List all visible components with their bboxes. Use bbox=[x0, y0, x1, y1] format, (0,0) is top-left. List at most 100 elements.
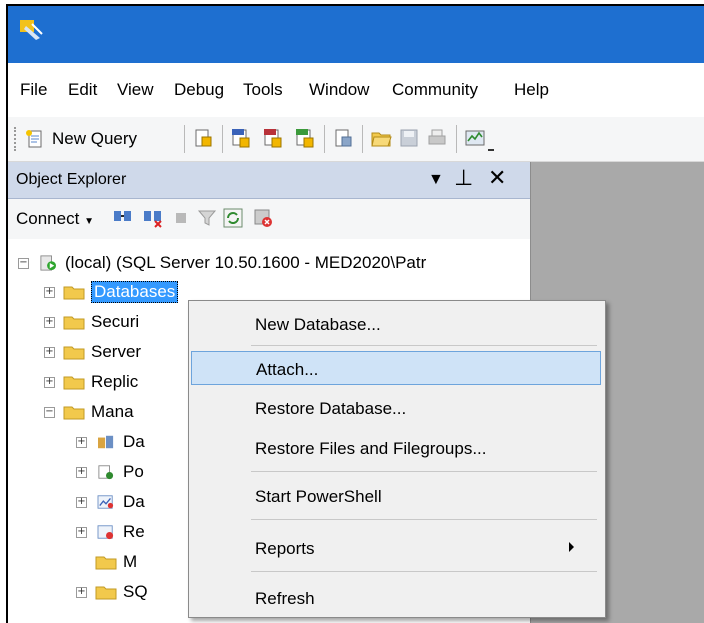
menu-help[interactable]: Help bbox=[514, 80, 549, 100]
menu-debug[interactable]: Debug bbox=[174, 80, 224, 100]
menu-tools[interactable]: Tools bbox=[243, 80, 283, 100]
tree-node-security[interactable]: + Securi bbox=[44, 309, 139, 335]
toolbar-overflow-icon[interactable] bbox=[488, 139, 494, 151]
expand-icon[interactable]: + bbox=[44, 346, 55, 358]
tree-node-data-collection-2[interactable]: + Da bbox=[76, 489, 145, 515]
refresh-icon[interactable] bbox=[222, 207, 244, 229]
tree-node-databases[interactable]: + Databases bbox=[44, 279, 179, 305]
new-query-label: New Query bbox=[52, 129, 138, 148]
security-label: Securi bbox=[91, 312, 140, 331]
folder-icon bbox=[63, 376, 85, 390]
menu-edit[interactable]: Edit bbox=[68, 80, 97, 100]
tree-node-replication[interactable]: + Replic bbox=[44, 369, 138, 395]
management-label: Mana bbox=[91, 402, 134, 421]
connect-object-explorer-icon[interactable] bbox=[112, 207, 134, 229]
collapse-icon[interactable]: − bbox=[18, 257, 29, 269]
folder-icon bbox=[63, 406, 85, 420]
menu-file[interactable]: File bbox=[20, 80, 47, 100]
data-collection-2-label: Da bbox=[123, 492, 145, 511]
compact-edition-query-icon[interactable] bbox=[332, 127, 354, 149]
expand-icon[interactable]: + bbox=[76, 586, 87, 598]
menu-bar: File Edit View Debug Tools Window Commun… bbox=[8, 63, 704, 117]
stop-icon[interactable] bbox=[170, 207, 192, 229]
folder-icon bbox=[95, 556, 117, 570]
replication-label: Replic bbox=[91, 372, 139, 391]
tree-node-management[interactable]: − Mana bbox=[44, 399, 134, 425]
save-icon[interactable] bbox=[398, 127, 420, 149]
data-collection-label: Da bbox=[123, 432, 145, 451]
dmx-query-icon[interactable] bbox=[262, 127, 284, 149]
toolbar-separator bbox=[362, 125, 363, 153]
submenu-arrow-icon bbox=[569, 542, 574, 552]
window-position-dropdown-icon[interactable]: ▼ bbox=[428, 167, 444, 193]
menu-window[interactable]: Window bbox=[309, 80, 369, 100]
expand-icon[interactable]: + bbox=[76, 526, 87, 538]
toolbar-grip[interactable] bbox=[14, 127, 18, 151]
context-menu: New Database... Attach... Restore Databa… bbox=[188, 300, 606, 618]
menu-item-attach[interactable]: Attach... bbox=[191, 351, 601, 385]
xmla-query-icon[interactable] bbox=[294, 127, 316, 149]
menu-item-new-database[interactable]: New Database... bbox=[191, 307, 601, 341]
resource-governor-icon bbox=[97, 525, 114, 540]
close-icon[interactable]: ✕ bbox=[488, 166, 506, 192]
expand-icon[interactable]: + bbox=[76, 436, 87, 448]
collapse-icon[interactable]: − bbox=[44, 406, 55, 418]
new-query-icon bbox=[26, 130, 42, 148]
tree-node-server-objects[interactable]: + Server bbox=[44, 339, 141, 365]
policy-management-label: Po bbox=[123, 462, 144, 481]
menu-item-start-powershell[interactable]: Start PowerShell bbox=[191, 479, 601, 513]
print-icon[interactable] bbox=[426, 127, 448, 149]
tree-node-policy-management[interactable]: + Po bbox=[76, 459, 144, 485]
tree-node-data-collection[interactable]: + Da bbox=[76, 429, 145, 455]
menu-item-label: Refresh bbox=[255, 589, 315, 608]
resource-governor-label: Re bbox=[123, 522, 145, 541]
data-collection-chart-icon bbox=[97, 495, 114, 509]
ssms-app-icon[interactable] bbox=[18, 18, 44, 42]
title-bar bbox=[8, 6, 704, 63]
server-node-label: (local) (SQL Server 10.50.1600 - MED2020… bbox=[65, 253, 427, 272]
menu-separator bbox=[251, 471, 597, 472]
menu-item-restore-files-filegroups[interactable]: Restore Files and Filegroups... bbox=[191, 431, 601, 465]
mdx-query-icon[interactable] bbox=[230, 127, 252, 149]
activity-monitor-icon[interactable] bbox=[252, 207, 274, 229]
menu-item-label: Start PowerShell bbox=[255, 487, 382, 506]
new-query-button[interactable]: New Query bbox=[24, 124, 137, 154]
menu-separator bbox=[251, 571, 597, 572]
connect-button[interactable]: Connect ▼ bbox=[16, 209, 94, 229]
expand-icon[interactable]: + bbox=[44, 376, 55, 388]
menu-community[interactable]: Community bbox=[392, 80, 478, 100]
expand-icon[interactable]: + bbox=[76, 466, 87, 478]
toolbar-separator bbox=[222, 125, 223, 153]
object-explorer-title: Object Explorer bbox=[16, 171, 127, 188]
activity-monitor-icon[interactable] bbox=[464, 127, 486, 149]
menu-item-label: Reports bbox=[255, 539, 315, 558]
expand-icon[interactable]: + bbox=[44, 286, 55, 298]
chevron-down-icon: ▼ bbox=[84, 216, 94, 227]
pin-icon[interactable]: ⊥ bbox=[454, 166, 473, 192]
toolbar-separator bbox=[324, 125, 325, 153]
policy-management-icon bbox=[98, 465, 114, 480]
tree-node-resource-governor[interactable]: + Re bbox=[76, 519, 145, 545]
expand-icon[interactable]: + bbox=[44, 316, 55, 328]
menu-item-label: Restore Files and Filegroups... bbox=[255, 439, 487, 458]
expand-icon[interactable]: + bbox=[76, 496, 87, 508]
data-collection-icon bbox=[98, 435, 114, 449]
tree-node-maintenance-plans[interactable]: M bbox=[95, 549, 137, 575]
database-engine-query-icon[interactable] bbox=[192, 127, 214, 149]
open-file-icon[interactable] bbox=[370, 127, 392, 149]
menu-item-refresh[interactable]: Refresh bbox=[191, 581, 601, 615]
menu-item-label: New Database... bbox=[255, 315, 381, 334]
tree-node-server[interactable]: − (local) (SQL Server 10.50.1600 - MED20… bbox=[18, 250, 426, 276]
menu-item-restore-database[interactable]: Restore Database... bbox=[191, 391, 601, 425]
filter-icon[interactable] bbox=[196, 207, 218, 229]
menu-item-reports[interactable]: Reports bbox=[191, 531, 601, 565]
folder-icon bbox=[63, 316, 85, 330]
tree-node-sql-server-logs[interactable]: + SQ bbox=[76, 579, 148, 605]
object-explorer-toolbar: Connect ▼ bbox=[8, 199, 530, 239]
folder-icon bbox=[95, 586, 117, 600]
menu-separator bbox=[251, 345, 597, 346]
menu-separator bbox=[251, 519, 597, 520]
standard-toolbar: New Query bbox=[8, 117, 704, 162]
disconnect-icon[interactable] bbox=[142, 207, 164, 229]
menu-view[interactable]: View bbox=[117, 80, 154, 100]
